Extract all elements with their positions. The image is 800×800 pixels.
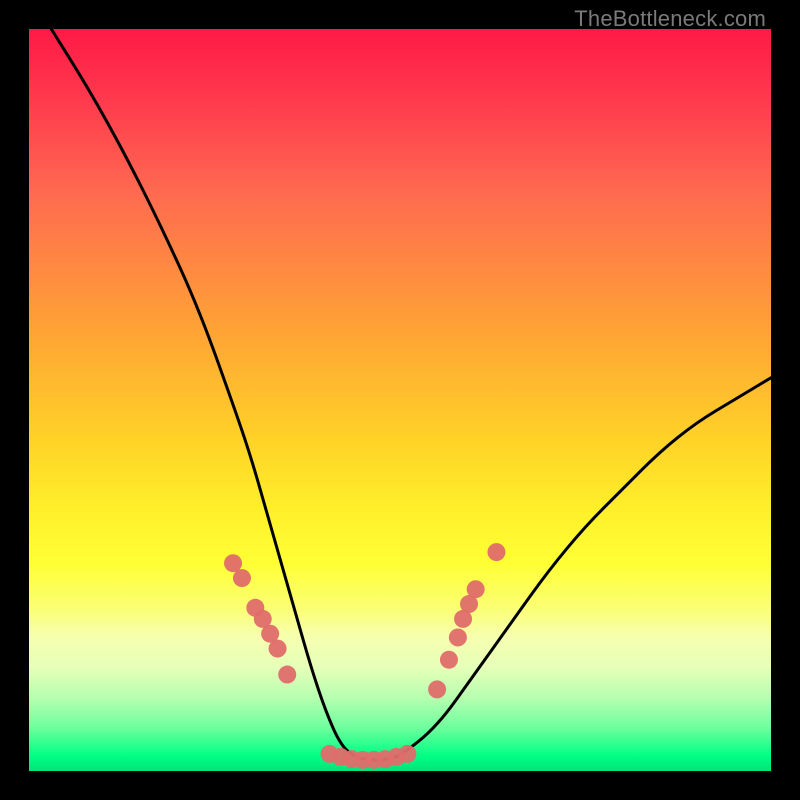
- marker-group: [224, 543, 505, 769]
- data-marker: [428, 680, 446, 698]
- data-marker: [398, 745, 416, 763]
- data-marker: [278, 666, 296, 684]
- chart-svg: [29, 29, 771, 771]
- data-marker: [269, 640, 287, 658]
- watermark-text: TheBottleneck.com: [574, 6, 766, 32]
- plot-area: [29, 29, 771, 771]
- chart-frame: TheBottleneck.com: [0, 0, 800, 800]
- data-marker: [233, 569, 251, 587]
- data-marker: [467, 580, 485, 598]
- data-marker: [487, 543, 505, 561]
- bottleneck-curve-path: [51, 29, 771, 760]
- data-marker: [440, 651, 458, 669]
- data-marker: [449, 628, 467, 646]
- curve-group: [51, 29, 771, 760]
